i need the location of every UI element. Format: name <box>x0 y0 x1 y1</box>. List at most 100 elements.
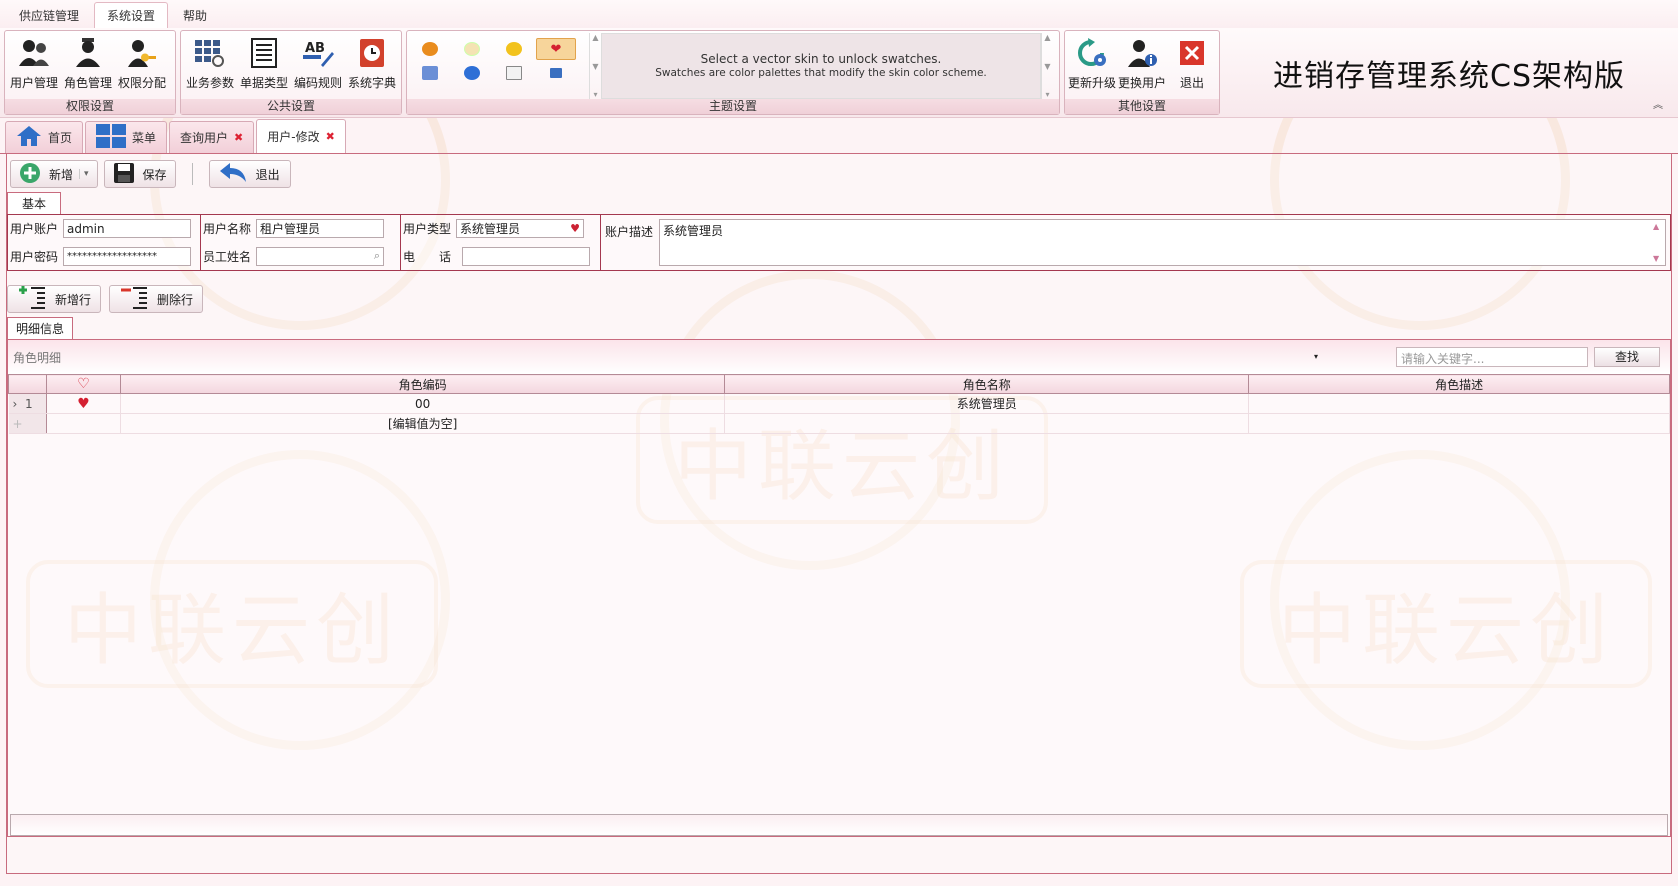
grid-search: 请输入关键字... 查找 <box>1396 347 1660 367</box>
ribbon-group-common: 业务参数 单据类型 AB 编码规则 系统字典 公共设置 <box>180 30 402 115</box>
menu-system-settings[interactable]: 系统设置 <box>94 2 169 28</box>
skin-message-scrollbar[interactable]: ▲ ▼ ▾ <box>1041 33 1053 99</box>
role-detail-grid: 角色明细 ▾ 请输入关键字... 查找 ♡ 角色编码 角色名称 角色描述 › 1 <box>7 339 1671 837</box>
type-select[interactable]: 系统管理员 ♥ <box>456 219 585 239</box>
permission-assign-button[interactable]: 权限分配 <box>115 33 169 99</box>
phone-input[interactable] <box>462 246 591 266</box>
heart-dropdown-icon[interactable]: ♥ <box>570 222 580 235</box>
column-header-role-code[interactable]: 角色编码 <box>119 374 726 394</box>
filter-dropdown-icon[interactable]: ▾ <box>1314 352 1318 361</box>
close-icon[interactable]: ✖ <box>234 131 243 144</box>
refresh-gear-icon <box>1075 37 1109 69</box>
delete-row-button[interactable]: 删除行 <box>109 285 204 313</box>
update-upgrade-button[interactable]: 更新升级 <box>1067 33 1117 99</box>
permission-key-icon <box>125 37 159 69</box>
new-row-hint[interactable]: [编辑值为空] <box>120 413 726 434</box>
menu-help[interactable]: 帮助 <box>170 2 220 28</box>
system-dictionary-label: 系统字典 <box>347 76 396 90</box>
grid-search-button[interactable]: 查找 <box>1594 347 1660 367</box>
type-row: 用户类型 系统管理员 ♥ <box>403 217 598 241</box>
tab-query-user-label: 查询用户 <box>180 131 229 145</box>
cell-role-code[interactable]: 00 <box>120 393 726 414</box>
document-type-button[interactable]: 单据类型 <box>237 33 291 99</box>
dark-blue-skin-icon[interactable] <box>550 68 562 78</box>
pumpkin-skin-icon[interactable] <box>422 42 438 56</box>
ribbon: 用户管理 角色管理 权限分配 权限设置 业务参数 单据类型 AB 编码规则 系统… <box>0 28 1678 118</box>
new-row-desc-cell[interactable] <box>1248 413 1670 434</box>
add-row-icon <box>17 285 47 313</box>
blue-apple-skin-icon[interactable] <box>464 66 480 80</box>
business-params-button[interactable]: 业务参数 <box>183 33 237 99</box>
account-input[interactable]: admin <box>63 219 192 239</box>
description-textarea[interactable]: 系统管理员 ▲ ▼ <box>659 219 1666 266</box>
user-management-label: 用户管理 <box>9 76 58 90</box>
table-row[interactable]: › 1 ♥ 00 系统管理员 <box>8 393 1670 414</box>
role-table: ♡ 角色编码 角色名称 角色描述 › 1 ♥ 00 系统管理员 + [编辑值为空… <box>8 374 1670 434</box>
exit-form-button[interactable]: 退出 <box>208 160 291 188</box>
grid-search-input[interactable]: 请输入关键字... <box>1396 347 1588 367</box>
user-form: 用户账户 admin 用户密码 ****************** 用户名称 … <box>7 214 1671 271</box>
plus-circle-icon <box>19 162 41 187</box>
yellow-skin-icon[interactable] <box>506 42 522 56</box>
app-brand-title-area: 进销存管理系统CS架构版 ︽ <box>1224 30 1674 115</box>
description-scrollbar[interactable]: ▲ ▼ <box>1653 222 1663 263</box>
new-button-label: 新增 <box>49 167 74 182</box>
save-button-label: 保存 <box>142 167 167 182</box>
switch-user-button[interactable]: 更换用户 <box>1117 33 1167 99</box>
cell-role-desc[interactable] <box>1248 393 1670 414</box>
form-column-account: 用户账户 admin 用户密码 ****************** <box>8 215 201 270</box>
new-button[interactable]: 新增 ▾ <box>10 160 98 188</box>
column-header-role-name[interactable]: 角色名称 <box>724 374 1250 394</box>
password-input[interactable]: ****************** <box>63 246 192 266</box>
tab-basic[interactable]: 基本 <box>7 192 62 214</box>
menu-supply-chain[interactable]: 供应链管理 <box>6 2 92 28</box>
new-row-indicator[interactable]: + <box>8 413 47 434</box>
skin-message: Select a vector skin to unlock swatches.… <box>601 33 1041 99</box>
tab-user-edit[interactable]: 用户-修改 ✖ <box>256 119 346 153</box>
ribbon-group-theme: ❤ ▲ ▼ ▾ Select a vector skin to unlock swa… <box>406 30 1060 115</box>
add-row-button[interactable]: 新增行 <box>7 285 102 313</box>
row-indicator[interactable]: › 1 <box>8 393 47 414</box>
swatch-scrollbar[interactable]: ▲ ▼ ▾ <box>589 33 601 99</box>
toolbar-separator <box>191 163 193 185</box>
tab-home-label: 首页 <box>48 131 73 145</box>
tab-detail-info[interactable]: 明细信息 <box>7 317 74 339</box>
skin-swatch-gallery[interactable]: ❤ <box>409 33 589 99</box>
ribbon-group-title: 其他设置 <box>1065 99 1219 114</box>
snowflake-skin-icon[interactable] <box>422 66 438 80</box>
employee-lookup[interactable]: ⌕ <box>256 246 385 266</box>
new-row-heart-cell[interactable] <box>46 413 121 434</box>
password-label: 用户密码 <box>10 249 59 264</box>
system-dictionary-button[interactable]: 系统字典 <box>345 33 399 99</box>
close-icon[interactable]: ✖ <box>326 130 335 143</box>
name-input[interactable]: 租户管理员 <box>256 219 385 239</box>
edit-toolbar: 新增 ▾ 保存 退出 <box>7 154 1671 194</box>
tiles-icon <box>96 124 127 151</box>
tab-home[interactable]: 首页 <box>5 121 84 153</box>
users-icon <box>17 37 51 69</box>
search-icon[interactable]: ⌕ <box>374 249 380 263</box>
white-skin-icon[interactable] <box>506 66 522 80</box>
new-row-name-cell[interactable] <box>724 413 1250 434</box>
valentine-skin-icon[interactable]: ❤ <box>536 38 576 60</box>
role-management-button[interactable]: 角色管理 <box>61 33 115 99</box>
grid-settings-icon <box>193 37 227 69</box>
tab-query-user[interactable]: 查询用户 ✖ <box>169 121 255 153</box>
ribbon-group-title: 主题设置 <box>407 99 1059 114</box>
new-item-row[interactable]: + [编辑值为空] <box>8 413 1670 434</box>
cell-role-name[interactable]: 系统管理员 <box>724 393 1250 414</box>
column-header-role-desc[interactable]: 角色描述 <box>1248 374 1670 394</box>
sun-skin-icon[interactable] <box>464 42 480 56</box>
exit-button[interactable]: 退出 <box>1167 33 1217 99</box>
home-icon <box>16 125 42 150</box>
heart-column-header[interactable]: ♡ <box>46 374 121 394</box>
heart-cell[interactable]: ♥ <box>46 393 121 414</box>
detail-tab-strip: 明细信息 <box>7 317 1671 339</box>
coding-rule-button[interactable]: AB 编码规则 <box>291 33 345 99</box>
user-management-button[interactable]: 用户管理 <box>7 33 61 99</box>
ribbon-collapse-icon[interactable]: ︽ <box>1653 96 1664 111</box>
skin-message-line1: Select a vector skin to unlock swatches. <box>700 52 942 66</box>
save-button[interactable]: 保存 <box>103 160 176 188</box>
dropdown-arrow-icon[interactable]: ▾ <box>79 169 89 179</box>
tab-menu[interactable]: 菜单 <box>85 121 168 153</box>
